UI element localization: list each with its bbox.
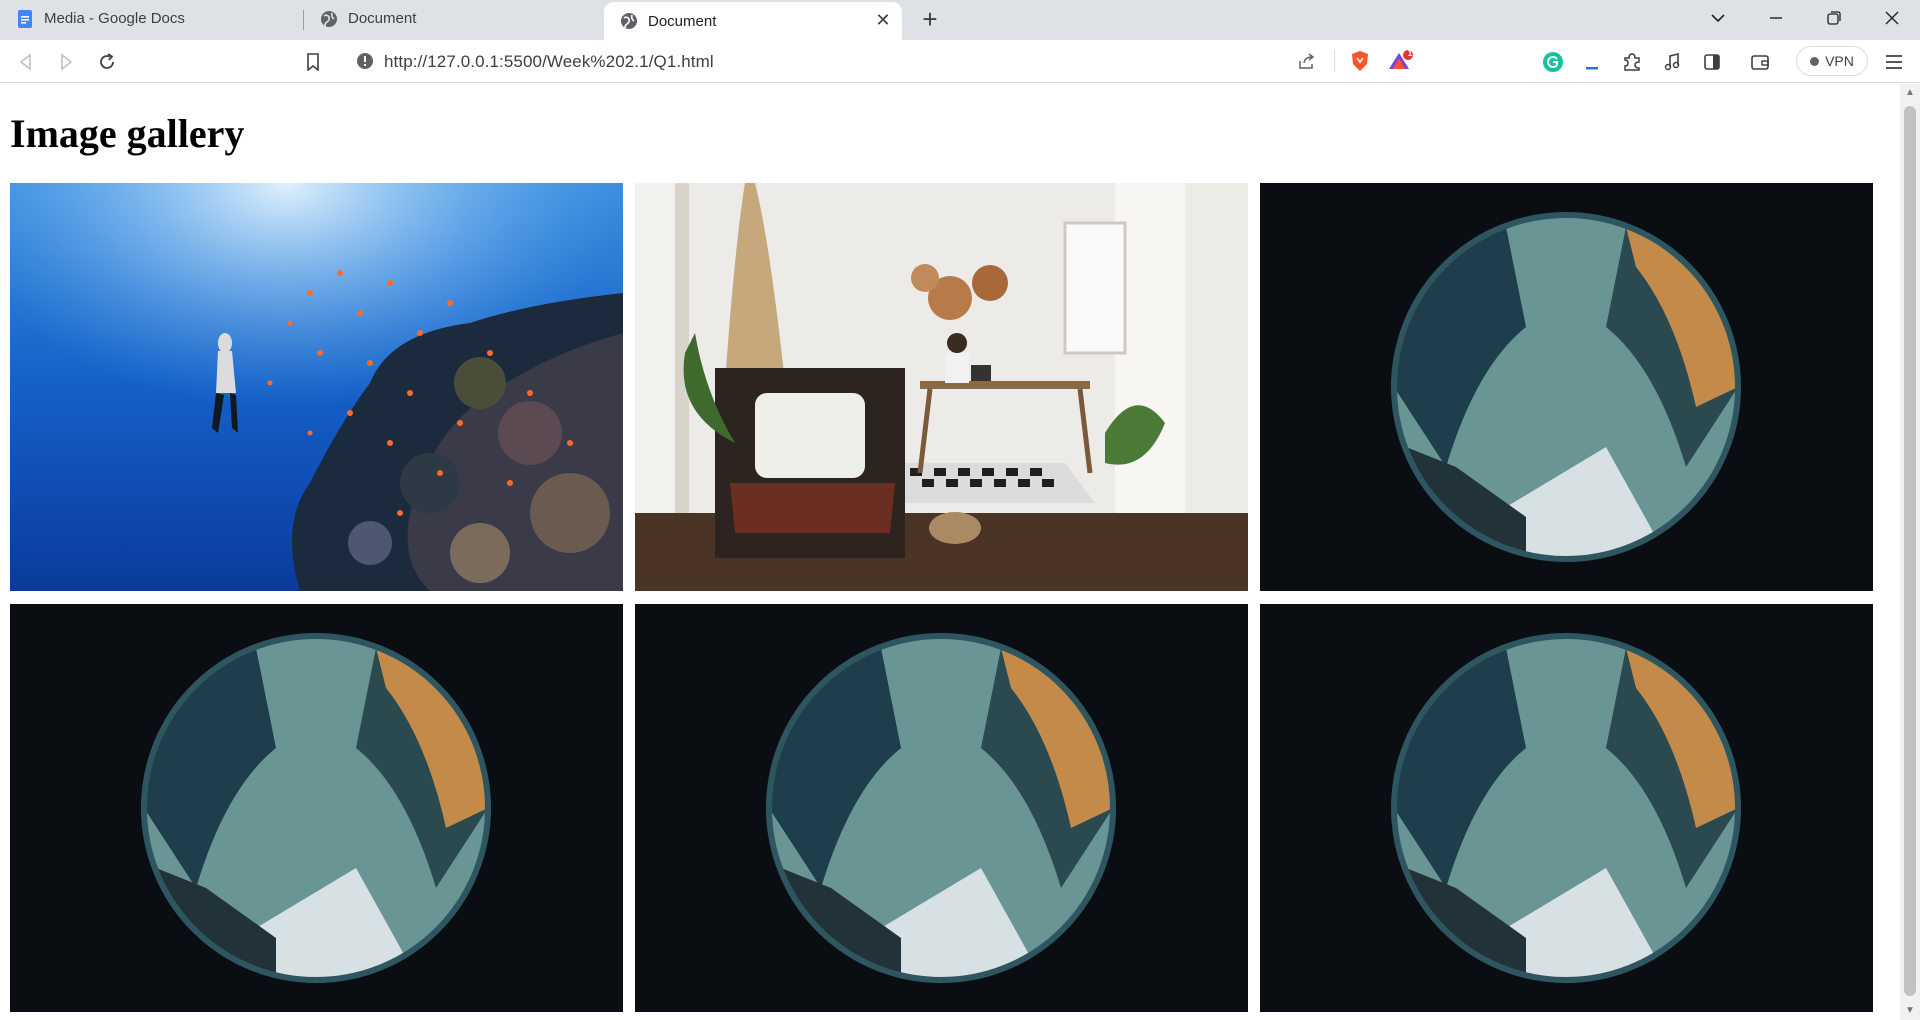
restore-button[interactable] — [1806, 0, 1862, 36]
scroll-up-arrow-icon[interactable]: ▲ — [1905, 88, 1915, 98]
vertical-scrollbar[interactable]: ▲ ▼ — [1900, 84, 1920, 1020]
grammarly-icon[interactable] — [1541, 50, 1565, 74]
forward-arrow-icon[interactable] — [54, 50, 78, 74]
info-icon[interactable] — [356, 52, 374, 70]
bookmark-icon[interactable] — [301, 50, 325, 74]
extensions-puzzle-icon[interactable] — [1620, 50, 1644, 74]
minimize-button[interactable] — [1748, 0, 1804, 36]
reload-icon[interactable] — [95, 50, 119, 74]
gallery-image-interior — [635, 183, 1248, 591]
tab-strip: Media - Google Docs Document Document ✕ … — [0, 0, 1920, 40]
vpn-status-dot — [1810, 56, 1820, 66]
divider — [1334, 50, 1335, 72]
gallery-image-fisheye-city — [1260, 604, 1873, 1012]
tab-title: Document — [648, 12, 717, 30]
tab-title: Document — [348, 10, 417, 27]
gallery-image-fisheye-city — [635, 604, 1248, 1012]
address-bar[interactable]: http://127.0.0.1:5500/Week%202.1/Q1.html… — [342, 44, 1422, 78]
media-music-icon[interactable] — [1660, 50, 1684, 74]
gallery-image-fisheye-city — [1260, 183, 1873, 591]
globe-icon — [621, 13, 637, 29]
url-text: http://127.0.0.1:5500/Week%202.1/Q1.html — [384, 52, 714, 71]
scroll-down-arrow-icon[interactable]: ▼ — [1905, 1006, 1915, 1016]
vpn-label: VPN — [1825, 53, 1854, 69]
close-window-button[interactable] — [1864, 0, 1920, 36]
tab-document-active[interactable]: Document ✕ — [604, 2, 902, 40]
page-title: Image gallery — [10, 111, 245, 156]
sidebar-icon[interactable] — [1700, 50, 1724, 74]
vpn-button[interactable]: VPN — [1796, 46, 1868, 76]
menu-hamburger-icon[interactable] — [1882, 50, 1906, 74]
page-viewport: Image gallery — [0, 84, 1900, 1020]
wallet-icon[interactable] — [1748, 50, 1772, 74]
notification-badge: 1 — [1407, 48, 1413, 58]
share-icon[interactable] — [1298, 52, 1316, 70]
gallery-image-underwater — [10, 183, 623, 591]
tab-media-google-docs[interactable]: Media - Google Docs — [0, 0, 302, 37]
tab-search-chevron-icon[interactable] — [1690, 0, 1746, 36]
back-arrow-icon[interactable] — [14, 50, 38, 74]
tab-document-1[interactable]: Document — [304, 0, 602, 37]
brave-shields-icon[interactable] — [1350, 50, 1370, 72]
globe-icon — [321, 10, 337, 27]
browser-toolbar: http://127.0.0.1:5500/Week%202.1/Q1.html… — [0, 40, 1920, 83]
new-tab-button[interactable]: + — [916, 6, 944, 34]
tab-title: Media - Google Docs — [44, 10, 185, 27]
scrollbar-thumb[interactable] — [1904, 106, 1916, 996]
google-docs-icon — [18, 9, 32, 28]
gallery-image-fisheye-city — [10, 604, 623, 1012]
extension-minimized-icon[interactable] — [1580, 50, 1604, 74]
close-tab-icon[interactable]: ✕ — [874, 10, 892, 30]
